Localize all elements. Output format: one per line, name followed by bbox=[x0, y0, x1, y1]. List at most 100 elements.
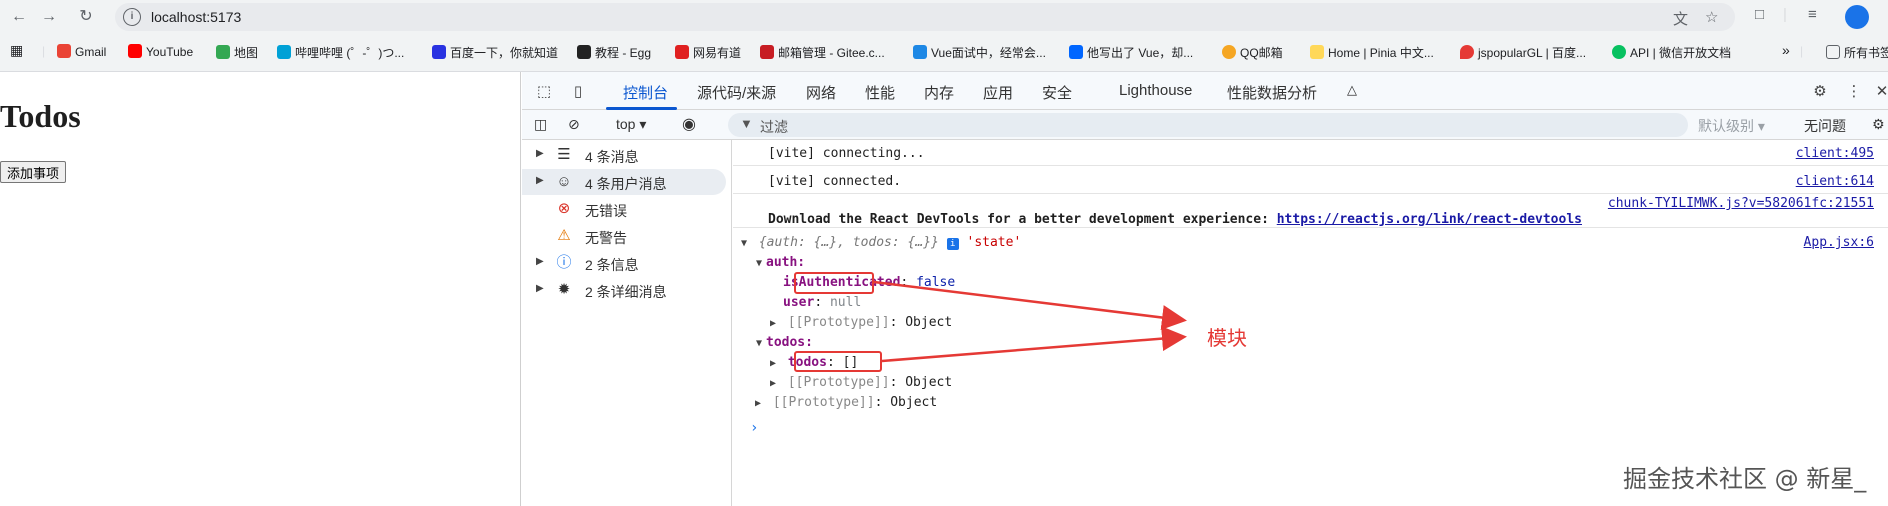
console-object-summary[interactable]: ▼ {auth: {…}, todos: {…}} i 'state' App.… bbox=[733, 233, 1888, 253]
bookmark-vue-interview[interactable]: Vue面试中，经常会... bbox=[913, 44, 1046, 61]
source-link[interactable]: chunk-TYILIMWK.js?v=582061fc:21551 bbox=[1608, 196, 1874, 211]
back-icon[interactable]: ← bbox=[8, 6, 30, 28]
warning-icon: ⚠ bbox=[557, 227, 571, 244]
bookmark-baidu[interactable]: 百度一下，你就知道 bbox=[432, 44, 558, 61]
expand-arrow-icon[interactable]: ▼ bbox=[756, 258, 766, 269]
annotation-label: 模块 bbox=[1207, 326, 1247, 350]
bookmark-jspopular[interactable]: jspopularGL | 百度... bbox=[1460, 44, 1586, 61]
tree-node-isauthenticated: isAuthenticated: false bbox=[783, 275, 956, 290]
sidebar-item-errors[interactable]: ⊗ 无错误 bbox=[522, 196, 726, 222]
reading-list-icon[interactable]: ≡ bbox=[1808, 6, 1817, 23]
error-icon: ⊗ bbox=[557, 200, 571, 217]
expand-arrow-icon[interactable]: ▶ bbox=[536, 283, 544, 294]
collapse-arrow-icon[interactable]: ▶ bbox=[770, 318, 780, 329]
bookmark-bilibili[interactable]: 哔哩哔哩 (゜-゜)つ... bbox=[277, 44, 404, 61]
sidebar-item-user-messages[interactable]: ▶ ☺ 4 条用户消息 bbox=[522, 169, 726, 195]
collapse-arrow-icon[interactable]: ▶ bbox=[770, 358, 780, 369]
device-toolbar-icon[interactable]: ▯ bbox=[568, 82, 588, 100]
source-link[interactable]: App.jsx:6 bbox=[1804, 235, 1874, 250]
star-icon[interactable]: ☆ bbox=[1705, 8, 1718, 26]
tab-application[interactable]: 应用 bbox=[983, 82, 1013, 103]
user-icon: ☺ bbox=[556, 173, 572, 190]
tab-memory[interactable]: 内存 bbox=[924, 82, 954, 103]
tree-node-prototype[interactable]: ▶ [[Prototype]]: Object bbox=[733, 373, 1888, 393]
separator: | bbox=[1783, 6, 1787, 23]
context-label: top bbox=[616, 116, 636, 132]
clear-console-icon[interactable]: ⊘ bbox=[568, 116, 580, 133]
close-devtools-icon[interactable]: ✕ bbox=[1872, 82, 1888, 100]
source-link[interactable]: client:614 bbox=[1796, 174, 1874, 189]
baidu-icon bbox=[432, 45, 446, 59]
sf-icon bbox=[913, 45, 927, 59]
expand-arrow-icon[interactable]: ▶ bbox=[536, 148, 544, 159]
tree-node-auth[interactable]: ▼ auth: bbox=[733, 253, 1888, 273]
tree-node-todos[interactable]: ▼ todos: bbox=[733, 333, 1888, 353]
console-message: chunk-TYILIMWK.js?v=582061fc:21551 Downl… bbox=[733, 194, 1888, 228]
sidebar-item-messages[interactable]: ▶ ☰ 4 条消息 bbox=[522, 142, 726, 168]
more-bookmarks-icon[interactable]: » bbox=[1782, 42, 1790, 58]
prompt-chevron-icon: › bbox=[750, 420, 759, 436]
bookmark-gitee[interactable]: 邮箱管理 - Gitee.c... bbox=[760, 44, 885, 61]
collapse-arrow-icon[interactable]: ▶ bbox=[770, 378, 780, 389]
expand-arrow-icon[interactable]: ▼ bbox=[741, 238, 751, 249]
tab-performance-insights[interactable]: 性能数据分析 bbox=[1227, 82, 1317, 103]
log-levels-dropdown[interactable]: 默认级别 ▾ bbox=[1698, 116, 1765, 136]
collapse-arrow-icon[interactable]: ▶ bbox=[755, 398, 765, 409]
issues-counter[interactable]: 无问题 bbox=[1804, 116, 1846, 136]
tree-node-user: user: null bbox=[783, 295, 862, 310]
devtools-link[interactable]: https://reactjs.org/link/react-devtools bbox=[1277, 212, 1582, 227]
apps-icon[interactable]: ▦ bbox=[10, 42, 23, 59]
tab-console[interactable]: 控制台 bbox=[623, 82, 668, 103]
inspect-element-icon[interactable]: ⬚ bbox=[534, 82, 554, 100]
tab-performance[interactable]: 性能 bbox=[865, 82, 895, 103]
console-output: [vite] connecting... client:495 [vite] c… bbox=[733, 140, 1888, 506]
bookmark-pinia[interactable]: Home | Pinia 中文... bbox=[1310, 44, 1434, 61]
reload-icon[interactable]: ↻ bbox=[75, 6, 97, 28]
bookmark-zhihu[interactable]: 他写出了 Vue，却... bbox=[1069, 44, 1193, 61]
console-prompt[interactable]: › bbox=[733, 420, 1888, 440]
forward-icon[interactable]: → bbox=[38, 6, 60, 28]
tab-lighthouse[interactable]: Lighthouse bbox=[1119, 82, 1192, 99]
tab-sources[interactable]: 源代码/来源 bbox=[697, 82, 776, 103]
profile-avatar[interactable] bbox=[1845, 5, 1869, 29]
browser-toolbar: ← → ↻ i localhost:5173 文 ☆ □ | ≡ bbox=[0, 0, 1888, 34]
sidebar-toggle-icon[interactable]: ◫ bbox=[534, 116, 547, 133]
translate-icon[interactable]: 文 bbox=[1673, 8, 1688, 29]
tab-security[interactable]: 安全 bbox=[1042, 82, 1072, 103]
sidebar-item-info[interactable]: ▶ ⓘ 2 条信息 bbox=[522, 250, 726, 276]
console-settings-icon[interactable]: ⚙ bbox=[1872, 116, 1885, 133]
source-link[interactable]: client:495 bbox=[1796, 146, 1874, 161]
pinia-icon bbox=[1310, 45, 1324, 59]
bookmark-youtube[interactable]: YouTube bbox=[128, 44, 193, 59]
bookmark-qqmail[interactable]: QQ邮箱 bbox=[1222, 44, 1283, 61]
filter-placeholder: 过滤 bbox=[760, 119, 788, 135]
folder-icon bbox=[1826, 45, 1840, 59]
expand-arrow-icon[interactable]: ▶ bbox=[536, 256, 544, 267]
more-menu-icon[interactable]: ⋮ bbox=[1844, 82, 1864, 100]
tree-node-root-prototype[interactable]: ▶ [[Prototype]]: Object bbox=[733, 393, 1888, 413]
context-selector[interactable]: top ▾ bbox=[616, 116, 646, 133]
expand-arrow-icon[interactable]: ▶ bbox=[536, 175, 544, 186]
filter-icon: ▼ bbox=[740, 116, 753, 131]
tree-node-todos-array[interactable]: ▶ todos: [] bbox=[733, 353, 1888, 373]
expand-arrow-icon[interactable]: ▼ bbox=[756, 338, 766, 349]
bookmark-maps[interactable]: 地图 bbox=[216, 44, 258, 61]
experiment-icon: △ bbox=[1347, 82, 1357, 97]
live-expression-eye-icon[interactable]: ◉ bbox=[682, 114, 696, 134]
bookmark-wechat-api[interactable]: API | 微信开放文档 bbox=[1612, 44, 1731, 61]
extensions-icon[interactable]: □ bbox=[1755, 6, 1764, 23]
bookmark-all[interactable]: 所有书签 bbox=[1826, 44, 1888, 61]
tree-node-prototype[interactable]: ▶ [[Prototype]]: Object bbox=[733, 313, 1888, 333]
sidebar-item-verbose[interactable]: ▶ ✹ 2 条详细消息 bbox=[522, 277, 726, 303]
sidebar-item-warnings[interactable]: ⚠ 无警告 bbox=[522, 223, 726, 249]
tab-network[interactable]: 网络 bbox=[806, 82, 836, 103]
address-bar[interactable]: i localhost:5173 文 ☆ bbox=[115, 3, 1735, 31]
bookmark-youdao[interactable]: 网易有道 bbox=[675, 44, 741, 61]
bookmark-gmail[interactable]: Gmail bbox=[57, 44, 106, 59]
site-info-icon[interactable]: i bbox=[123, 8, 141, 26]
devtools-tabbar: ⬚ ▯ 控制台 源代码/来源 网络 性能 内存 应用 安全 Lighthouse… bbox=[522, 72, 1888, 110]
settings-gear-icon[interactable]: ⚙ bbox=[1810, 82, 1830, 100]
bookmark-egg[interactable]: 教程 - Egg bbox=[577, 44, 651, 61]
add-todo-button[interactable]: 添加事项 bbox=[0, 161, 67, 183]
console-filter-input[interactable]: ▼ 过滤 bbox=[728, 113, 1688, 137]
